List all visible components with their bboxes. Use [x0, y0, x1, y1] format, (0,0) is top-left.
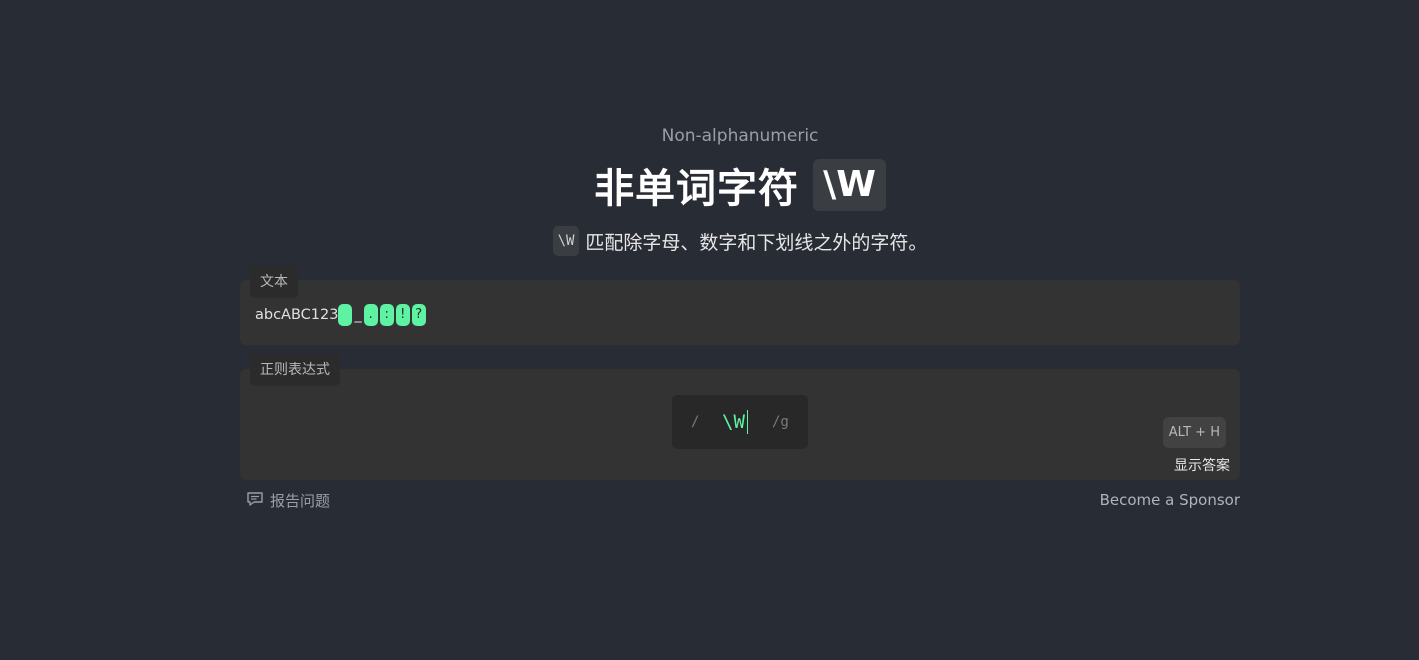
hint-shortcut-badge[interactable]: ALT + H	[1162, 417, 1226, 448]
match-highlight: ?	[411, 304, 426, 326]
show-answer-button[interactable]: 显示答案	[1174, 455, 1230, 475]
regex-panel: / \W /g ALT + H 显示答案	[240, 369, 1240, 480]
sample-text-segments: _.:!?	[338, 304, 427, 326]
regex-open-delimiter: /	[691, 414, 700, 430]
description-code: \W	[552, 226, 580, 256]
match-highlight	[338, 304, 353, 326]
lesson-title-code: \W	[813, 159, 886, 211]
lesson-description: \W 匹配除字母、数字和下划线之外的字符。	[240, 226, 1240, 256]
regex-input[interactable]: / \W /g	[672, 395, 808, 449]
text-panel-label: 文本	[250, 266, 298, 298]
non-match-char: _	[354, 307, 362, 323]
text-caret	[747, 410, 748, 434]
lesson-subtitle: Non-alphanumeric	[661, 126, 819, 146]
sample-text-prefix: abcABC123	[255, 307, 339, 323]
report-issue-link[interactable]: 报告问题	[246, 490, 330, 511]
regex-value[interactable]: \W	[722, 411, 745, 433]
match-highlight: !	[395, 304, 410, 326]
report-issue-label: 报告问题	[270, 492, 331, 510]
regex-panel-label: 正则表达式	[250, 354, 340, 386]
match-highlight: :	[379, 304, 394, 326]
lesson-title: 非单词字符	[594, 166, 800, 212]
regex-flags: /g	[772, 414, 789, 430]
description-text: 匹配除字母、数字和下划线之外的字符。	[585, 231, 928, 254]
match-highlight: .	[363, 304, 378, 326]
sponsor-link[interactable]: Become a Sponsor	[1100, 491, 1240, 509]
text-panel: abcABC123 _.:!?	[240, 280, 1240, 345]
comment-icon	[246, 491, 264, 511]
sample-text: abcABC123 _.:!?	[255, 304, 428, 326]
lesson-title-row: 非单词字符 \W	[240, 156, 1240, 214]
